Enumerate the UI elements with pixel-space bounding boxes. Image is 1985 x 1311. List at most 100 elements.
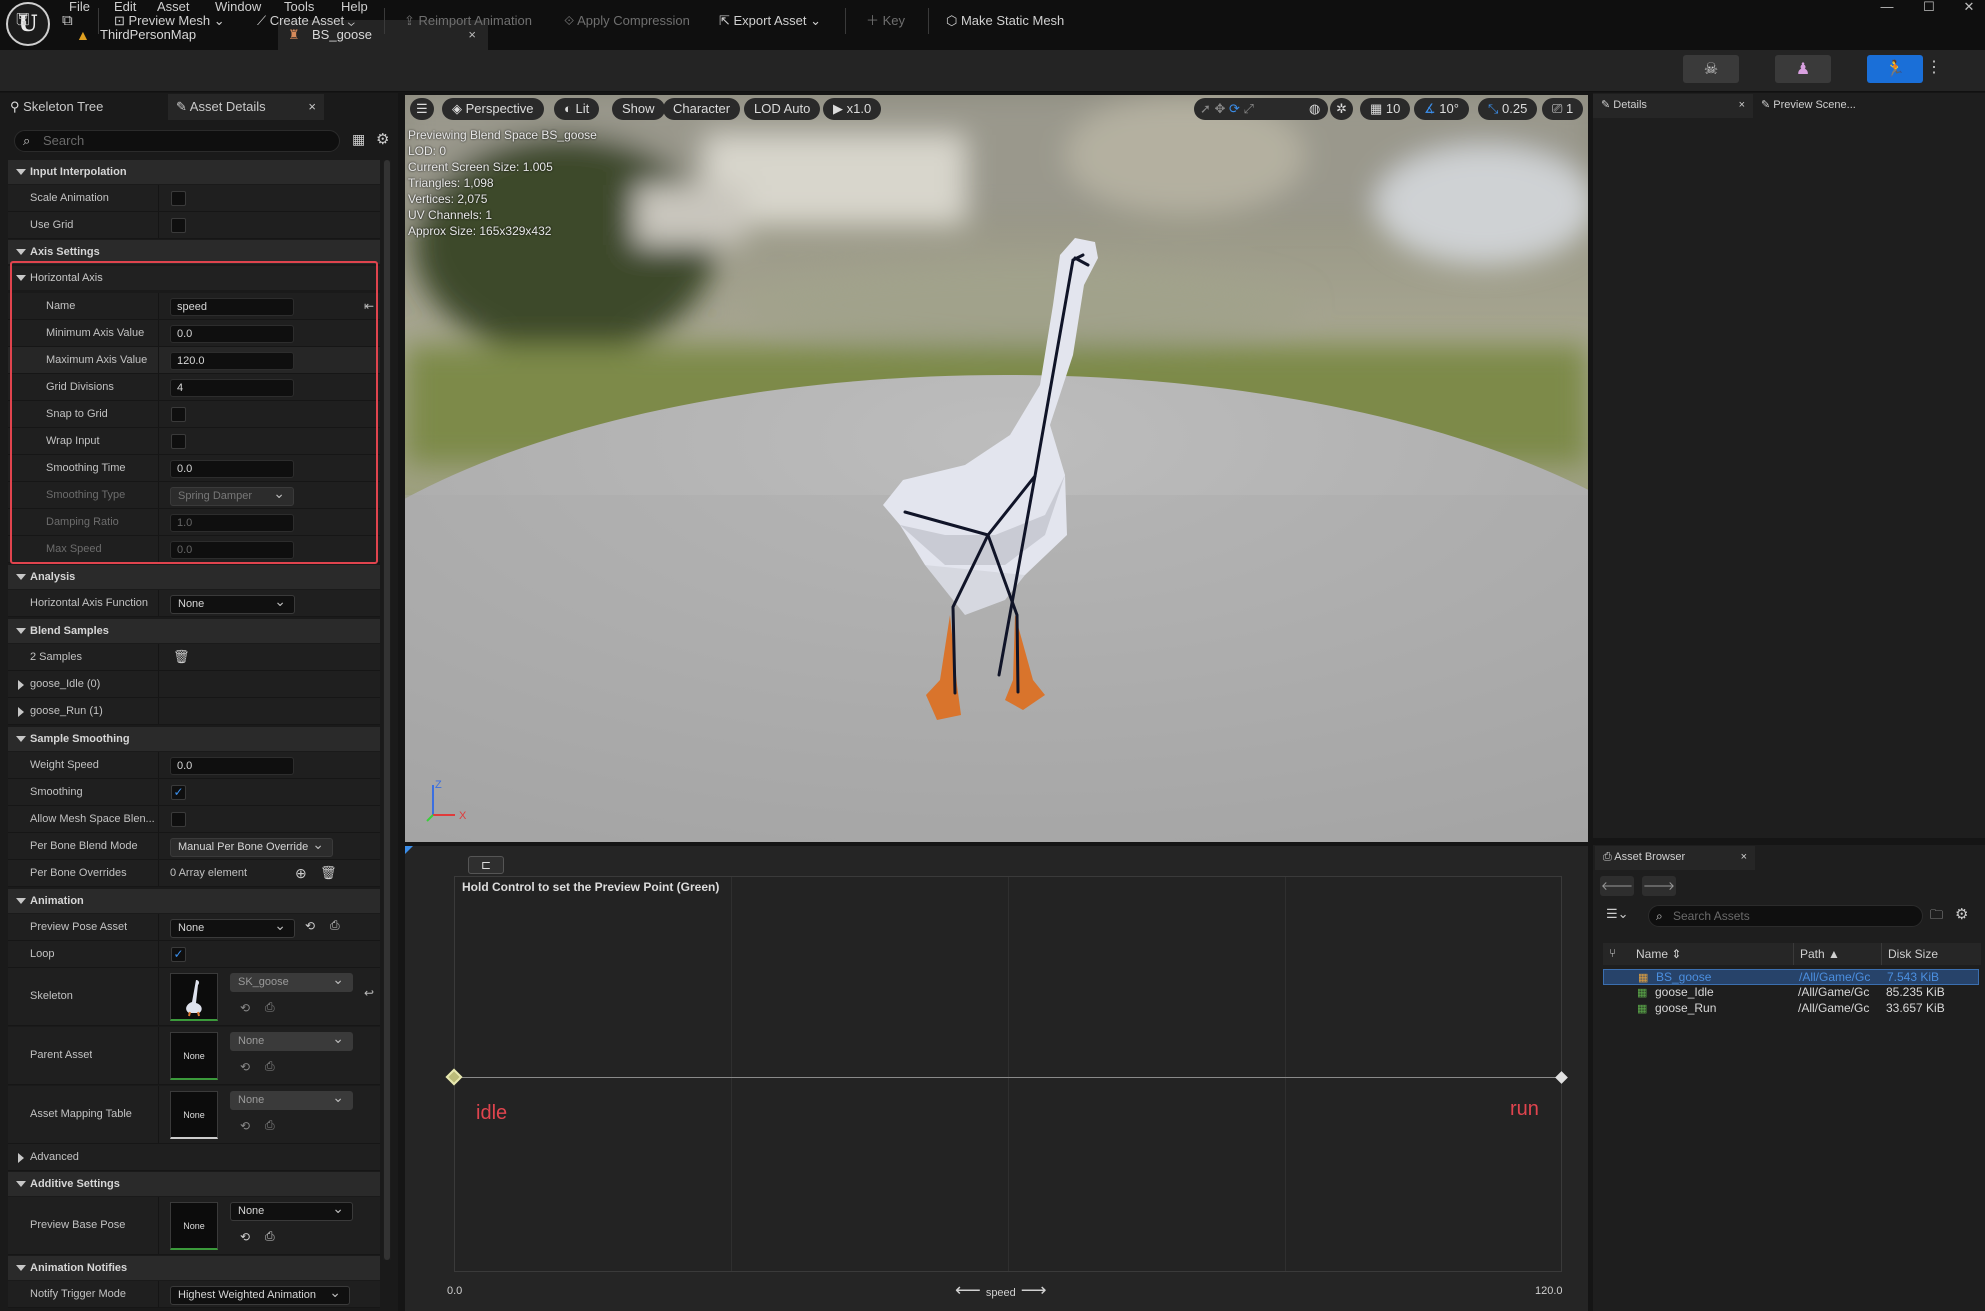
column-disk-size[interactable]: Disk Size [1888, 947, 1938, 961]
snap-to-grid-checkbox[interactable] [171, 407, 186, 422]
gear-icon[interactable]: ⚙ [1955, 905, 1968, 923]
viewport-menu-button[interactable]: ☰ [410, 98, 434, 120]
use-grid-checkbox[interactable] [171, 218, 186, 233]
tab-asset-details[interactable]: ✎ Asset Details × [168, 94, 324, 120]
tree-advanced[interactable]: Advanced [8, 1144, 380, 1171]
use-selected-icon[interactable]: ⟲ [240, 1001, 250, 1015]
filter-icon[interactable]: ☰⌄ [1606, 906, 1629, 922]
make-static-mesh-button[interactable]: ⬡ Make Static Mesh [946, 8, 1064, 34]
mapping-table-thumbnail[interactable]: None [170, 1091, 218, 1139]
browse-asset-icon[interactable]: ⎙ [265, 1229, 275, 1244]
history-back-button[interactable]: 🡐 [1600, 876, 1634, 896]
grid-snap-button[interactable]: ▦ 10 [1360, 98, 1411, 120]
angle-snap-button[interactable]: ∡ 10° [1414, 98, 1469, 120]
allow-mesh-space-checkbox[interactable] [171, 812, 186, 827]
column-path[interactable]: Path ▲ [1800, 947, 1840, 961]
tab-preview-scene[interactable]: ✎ Preview Scene... [1753, 94, 1985, 118]
apply-compression-button[interactable]: ⟐ Apply Compression [564, 8, 690, 34]
camera-speed-button[interactable]: ⎚ 1 [1542, 98, 1584, 120]
skeleton-thumbnail[interactable] [170, 973, 218, 1021]
browse-asset-icon[interactable]: ⎙ [265, 1118, 275, 1133]
asset-row[interactable]: ▦ goose_Idle /All/Game/Gc 85.235 KiB [1603, 985, 1979, 1001]
add-element-icon[interactable]: ⊕ [295, 865, 307, 882]
mesh-mode-button[interactable]: ♟ [1775, 55, 1831, 83]
weight-speed-input[interactable]: 0.0 [170, 757, 294, 775]
use-selected-icon[interactable]: ⟲ [240, 1119, 250, 1133]
toggle-triangulation-button[interactable]: ⊏ [468, 856, 504, 874]
use-selected-icon[interactable]: ⟲ [305, 919, 315, 933]
lod-button[interactable]: LOD Auto [744, 98, 821, 120]
parent-asset-dropdown[interactable]: None [230, 1030, 353, 1051]
gear-icon[interactable]: ⚙ [376, 130, 389, 148]
minimize-button[interactable]: — [1870, 0, 1904, 16]
reset-arrow-icon[interactable]: ⇤ [364, 299, 374, 313]
trash-icon[interactable]: 🗑 [173, 649, 190, 665]
section-animation[interactable]: Animation [8, 889, 380, 913]
skeleton-dropdown[interactable]: SK_goose [230, 971, 353, 992]
export-asset-button[interactable]: ⇱ Export Asset ⌄ [719, 8, 821, 34]
trash-icon[interactable]: 🗑 [320, 865, 337, 881]
browse-asset-icon[interactable]: ⎙ [330, 918, 340, 933]
per-bone-blend-mode-dropdown[interactable]: Manual Per Bone Override [170, 836, 333, 857]
column-name[interactable]: Name ⇕ [1636, 947, 1681, 961]
preview-viewport[interactable]: Z X [405, 95, 1588, 842]
folder-icon[interactable]: 🗀 [1930, 906, 1943, 928]
section-animation-notifies[interactable]: Animation Notifies [8, 1256, 380, 1280]
browse-asset-icon[interactable]: ⎙ [265, 1059, 275, 1074]
section-axis-settings[interactable]: Axis Settings [8, 240, 380, 264]
maximize-button[interactable]: ☐ [1912, 0, 1946, 16]
preview-mesh-button[interactable]: ⊡ Preview Mesh ⌄ [114, 8, 225, 34]
asset-row[interactable]: ▦ BS_goose /All/Game/Gc 7.543 KiB [1603, 969, 1979, 985]
loop-checkbox[interactable]: ✓ [171, 947, 186, 962]
axis-name-input[interactable]: speed [170, 298, 294, 316]
close-panel-button[interactable]: × [308, 94, 316, 120]
damping-ratio-input[interactable]: 1.0 [170, 514, 294, 532]
create-asset-button[interactable]: ⟋ Create Asset ⌄ [257, 8, 355, 34]
section-analysis[interactable]: Analysis [8, 565, 380, 589]
close-panel-button[interactable]: × [1741, 846, 1747, 868]
use-selected-icon[interactable]: ⟲ [240, 1230, 250, 1244]
playback-speed-button[interactable]: ▶ x1.0 [823, 98, 882, 120]
wrap-input-checkbox[interactable] [171, 434, 186, 449]
close-panel-button[interactable]: × [1739, 94, 1745, 116]
notify-trigger-dropdown[interactable]: Highest Weighted Animation [170, 1284, 350, 1305]
tree-goose-run[interactable]: goose_Run (1) [8, 698, 380, 725]
grid-divisions-input[interactable]: 4 [170, 379, 294, 397]
close-window-button[interactable]: ✕ [1952, 0, 1985, 16]
tab-skeleton-tree[interactable]: ⚲ Skeleton Tree [10, 94, 166, 120]
smoothing-checkbox[interactable]: ✓ [171, 785, 186, 800]
character-button[interactable]: Character [663, 98, 741, 120]
table-view-icon[interactable]: ▦ [352, 131, 365, 148]
animation-mode-button[interactable]: 🏃 [1867, 55, 1923, 83]
tab-details[interactable]: ✎ Details × [1593, 94, 1753, 118]
lit-button[interactable]: ◐ Lit [554, 98, 600, 120]
history-forward-button[interactable]: 🡒 [1642, 876, 1676, 896]
section-blend-samples[interactable]: Blend Samples [8, 619, 380, 643]
browse-asset-icon[interactable]: ⎙ [265, 1000, 275, 1015]
subsection-horizontal-axis[interactable]: Horizontal Axis [8, 266, 380, 290]
smoothing-type-dropdown[interactable]: Spring Damper [170, 485, 294, 506]
world-local-toggle[interactable]: ◍ [1303, 98, 1327, 120]
preview-base-dropdown[interactable]: None [230, 1200, 353, 1221]
preview-base-thumbnail[interactable]: None [170, 1202, 218, 1250]
tab-asset-browser[interactable]: ⎙ Asset Browser × [1595, 846, 1755, 870]
reset-arrow-icon[interactable]: ↩ [364, 986, 374, 1000]
browse-icon[interactable]: ⧉ [62, 8, 73, 34]
show-button[interactable]: Show [612, 98, 665, 120]
perspective-button[interactable]: ◈ Perspective [442, 98, 544, 120]
reimport-animation-button[interactable]: ⇪ Reimport Animation [404, 8, 532, 34]
surface-snap-toggle[interactable]: ✲ [1330, 98, 1353, 120]
details-search-input[interactable]: Search ⌕ [14, 130, 340, 152]
mapping-table-dropdown[interactable]: None [230, 1089, 353, 1110]
save-icon[interactable]: 🖫 [16, 8, 30, 34]
source-tree-icon[interactable]: ⑂ [1609, 946, 1616, 960]
min-axis-input[interactable]: 0.0 [170, 325, 294, 343]
max-axis-input[interactable]: 120.0 [170, 352, 294, 370]
smoothing-time-input[interactable]: 0.0 [170, 460, 294, 478]
scale-animation-checkbox[interactable] [171, 191, 186, 206]
preview-pose-dropdown[interactable]: None [170, 917, 295, 938]
skeleton-mode-button[interactable]: ☠ [1683, 55, 1739, 83]
section-input-interpolation[interactable]: Input Interpolation [8, 160, 380, 184]
max-speed-input[interactable]: 0.0 [170, 541, 294, 559]
use-selected-icon[interactable]: ⟲ [240, 1060, 250, 1074]
